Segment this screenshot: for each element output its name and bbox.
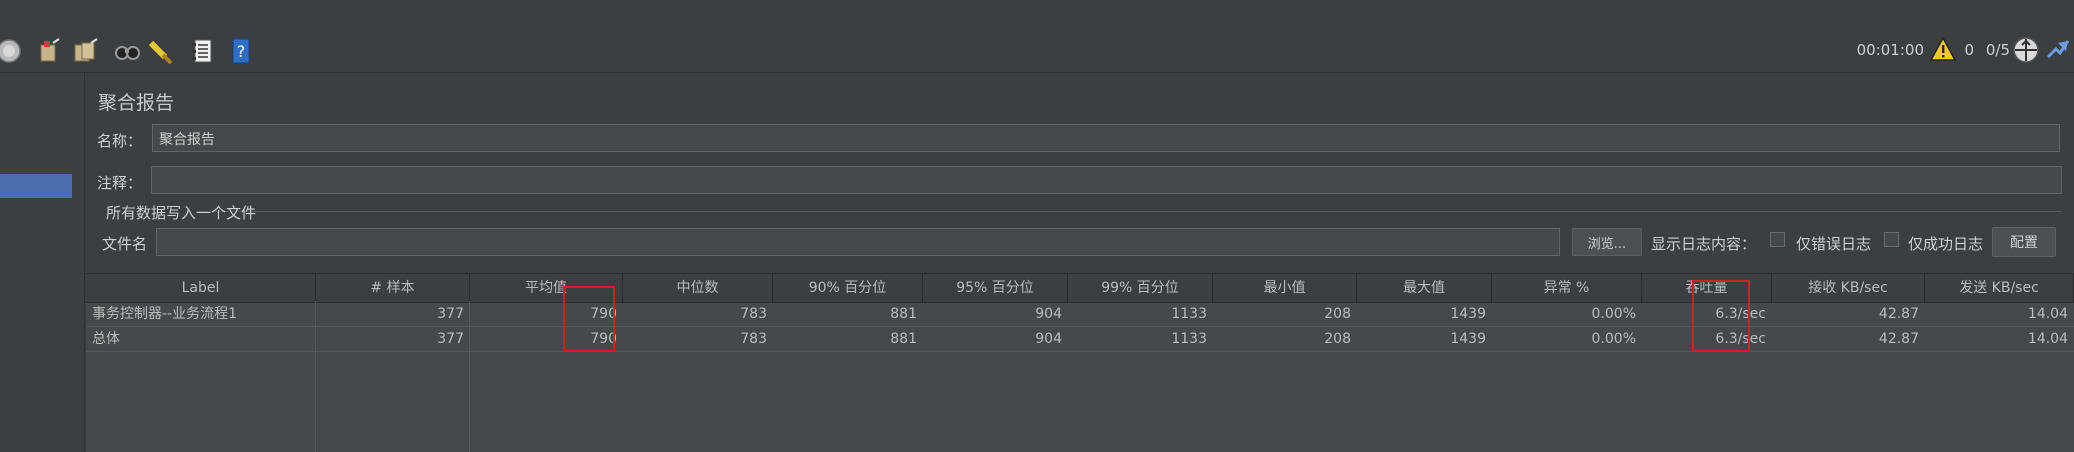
browse-button[interactable]: 浏览... (1572, 228, 1642, 256)
search-icon[interactable] (112, 36, 142, 66)
cell-p90: 881 (890, 306, 917, 322)
cell-p95: 904 (1035, 306, 1062, 322)
results-table: Label # 样本 平均值 中位数 90% 百分位 95% 百分位 99% 百… (86, 273, 2074, 452)
cell-p99: 1133 (1171, 331, 1207, 347)
configure-button[interactable]: 配置 (1992, 227, 2056, 257)
cell-error: 0.00% (1591, 331, 1636, 347)
splitter[interactable] (72, 73, 85, 452)
cell-sent: 14.04 (2027, 306, 2068, 322)
col-header-max[interactable]: 最大值 (1357, 274, 1492, 302)
show-log-label: 显示日志内容： (1651, 235, 1757, 253)
reset-search-icon[interactable] (146, 36, 176, 66)
success-only-checkbox[interactable] (1884, 232, 1899, 247)
col-header-label[interactable]: Label (86, 274, 316, 302)
cell-median: 783 (740, 306, 767, 322)
section-divider (212, 211, 2062, 212)
errors-only-label: 仅错误日志 (1796, 235, 1872, 253)
col-header-sent[interactable]: 发送 KB/sec (1925, 274, 2074, 302)
col-header-p99[interactable]: 99% 百分位 (1068, 274, 1213, 302)
svg-text:?: ? (237, 42, 246, 61)
col-header-median[interactable]: 中位数 (623, 274, 773, 302)
comment-label: 注释： (97, 174, 143, 192)
cell-min: 208 (1324, 331, 1351, 347)
table-row[interactable]: 总体 377 790 783 881 904 1133 208 1439 0.0… (86, 327, 2074, 352)
help-icon[interactable]: ? (226, 36, 256, 66)
page-title: 聚合报告 (98, 92, 175, 114)
toolbar: ? (0, 30, 2074, 73)
cell-label: 事务控制器--业务流程1 (92, 306, 238, 322)
errors-only-checkbox[interactable] (1770, 232, 1785, 247)
cell-min: 208 (1324, 306, 1351, 322)
cell-p90: 881 (890, 331, 917, 347)
highlight-box-throughput (1692, 280, 1750, 352)
clear-all-icon[interactable] (70, 36, 100, 66)
highlight-box-average (563, 286, 615, 352)
col-header-p95[interactable]: 95% 百分位 (923, 274, 1068, 302)
cell-received: 42.87 (1878, 331, 1919, 347)
cell-label: 总体 (92, 331, 120, 347)
cell-p95: 904 (1035, 331, 1062, 347)
name-field[interactable]: 聚合报告 (152, 124, 2060, 152)
col-header-received[interactable]: 接收 KB/sec (1772, 274, 1925, 302)
title-strip (0, 0, 2074, 31)
warning-count: 0 (1964, 41, 1974, 59)
tree-panel[interactable] (0, 73, 73, 452)
name-label: 名称： (97, 132, 143, 150)
active-threads: 0/5 (1985, 41, 2010, 59)
cell-max: 1439 (1450, 306, 1486, 322)
cell-max: 1439 (1450, 331, 1486, 347)
elapsed-timer: 00:01:00 (1856, 41, 1924, 59)
success-only-label: 仅成功日志 (1908, 235, 1984, 253)
remote-icon[interactable] (2012, 36, 2040, 68)
cell-p99: 1133 (1171, 306, 1207, 322)
cell-received: 42.87 (1878, 306, 1919, 322)
cell-samples: 377 (437, 306, 464, 322)
cell-error: 0.00% (1591, 306, 1636, 322)
filename-field[interactable] (156, 228, 1560, 256)
col-header-samples[interactable]: # 样本 (316, 274, 470, 302)
clear-icon[interactable] (34, 36, 64, 66)
cell-sent: 14.04 (2027, 331, 2068, 347)
function-helper-icon[interactable] (188, 36, 218, 66)
stop-icon[interactable] (0, 36, 24, 66)
warning-icon[interactable] (1929, 36, 1957, 65)
filename-label: 文件名 (102, 235, 148, 253)
col-header-min[interactable]: 最小值 (1213, 274, 1357, 302)
col-header-p90[interactable]: 90% 百分位 (773, 274, 923, 302)
col-header-error[interactable]: 异常 % (1492, 274, 1642, 302)
table-row[interactable]: 事务控制器--业务流程1 377 790 783 881 904 1133 20… (86, 302, 2074, 327)
cell-median: 783 (740, 331, 767, 347)
tree-selected-row[interactable] (0, 174, 72, 198)
table-header: Label # 样本 平均值 中位数 90% 百分位 95% 百分位 99% 百… (86, 273, 2074, 303)
comment-field[interactable] (151, 166, 2062, 194)
file-section-label: 所有数据写入一个文件 (106, 204, 257, 222)
cell-samples: 377 (437, 331, 464, 347)
log-toggle-icon[interactable] (2046, 37, 2070, 65)
